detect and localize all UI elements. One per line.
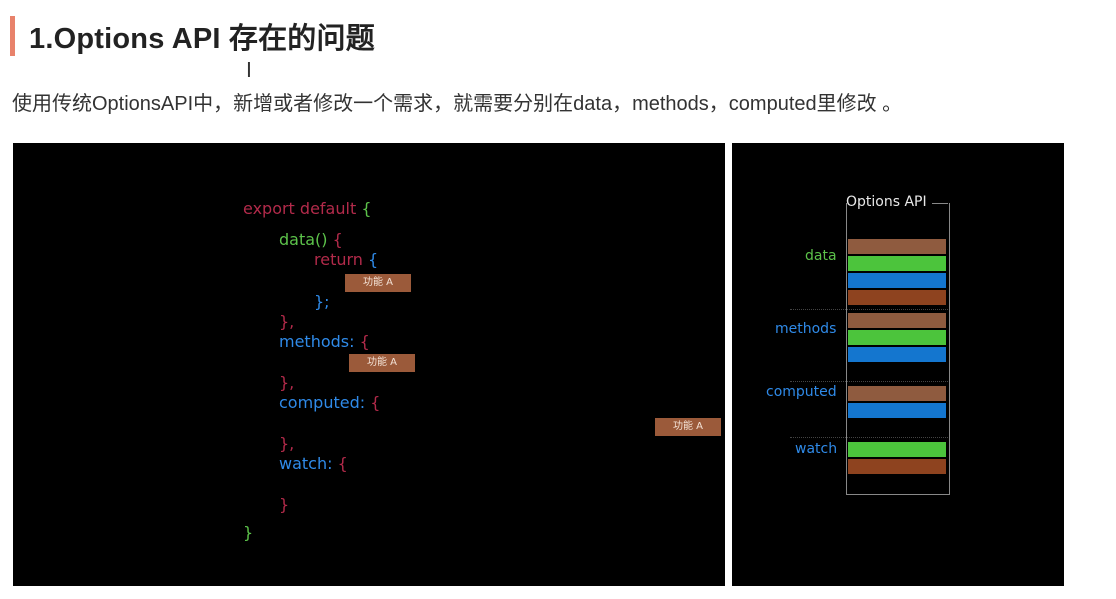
code-return-keyword: return <box>314 250 363 269</box>
code-computed-line: computed: { <box>279 393 380 412</box>
category-label-data: data <box>805 248 837 264</box>
separator-methods-computed <box>790 381 948 382</box>
bar-data-3 <box>848 273 946 288</box>
code-data-line: data() { <box>279 230 343 249</box>
code-return-close: }; <box>314 292 330 311</box>
section-heading: 1.Options API 存在的问题 <box>10 14 375 58</box>
category-label-methods: methods <box>775 321 837 337</box>
code-data-fn: data() <box>279 230 328 249</box>
separator-data-methods <box>790 309 948 310</box>
category-label-watch: watch <box>795 441 838 457</box>
bar-computed-2 <box>848 403 946 418</box>
bar-methods-3 <box>848 347 946 362</box>
code-export-keyword: export default <box>243 199 357 218</box>
bar-watch-1 <box>848 442 946 457</box>
code-data-close: }, <box>279 312 295 331</box>
code-final-close: } <box>243 523 254 542</box>
code-export-default: export default { <box>243 199 372 218</box>
code-watch-close: } <box>279 495 290 514</box>
feature-tag-floating: 功能 A <box>655 418 721 436</box>
code-watch-line: watch: { <box>279 454 348 473</box>
code-return-line: return { <box>314 250 378 269</box>
options-api-box-top-edge <box>932 203 948 204</box>
code-computed-close: }, <box>279 434 295 453</box>
bar-data-4 <box>848 290 946 305</box>
feature-tag-data: 功能 A <box>345 274 411 292</box>
bar-methods-2 <box>848 330 946 345</box>
feature-tag-methods: 功能 A <box>349 354 415 372</box>
category-label-computed: computed <box>766 384 837 400</box>
options-api-title: Options API <box>846 194 927 210</box>
text-cursor-icon: I <box>246 58 252 82</box>
code-computed-brace: { <box>370 393 381 412</box>
bar-data-2 <box>848 256 946 271</box>
heading-title: 1.Options API 存在的问题 <box>29 23 375 55</box>
description-paragraph: 使用传统OptionsAPI中，新增或者修改一个需求，就需要分别在data，me… <box>12 93 903 115</box>
code-methods-line: methods: { <box>279 332 370 351</box>
code-watch-key: watch: <box>279 454 333 473</box>
code-methods-close: }, <box>279 373 295 392</box>
code-data-brace: { <box>332 230 343 249</box>
code-methods-brace: { <box>359 332 370 351</box>
heading-accent-bar <box>10 16 15 56</box>
code-return-brace: { <box>368 250 379 269</box>
bar-methods-1 <box>848 313 946 328</box>
code-open-brace: { <box>361 199 372 218</box>
bar-watch-2 <box>848 459 946 474</box>
code-watch-brace: { <box>337 454 348 473</box>
code-methods-key: methods: <box>279 332 355 351</box>
bar-data-1 <box>848 239 946 254</box>
code-computed-key: computed: <box>279 393 366 412</box>
bar-computed-1 <box>848 386 946 401</box>
separator-computed-watch <box>790 437 948 438</box>
